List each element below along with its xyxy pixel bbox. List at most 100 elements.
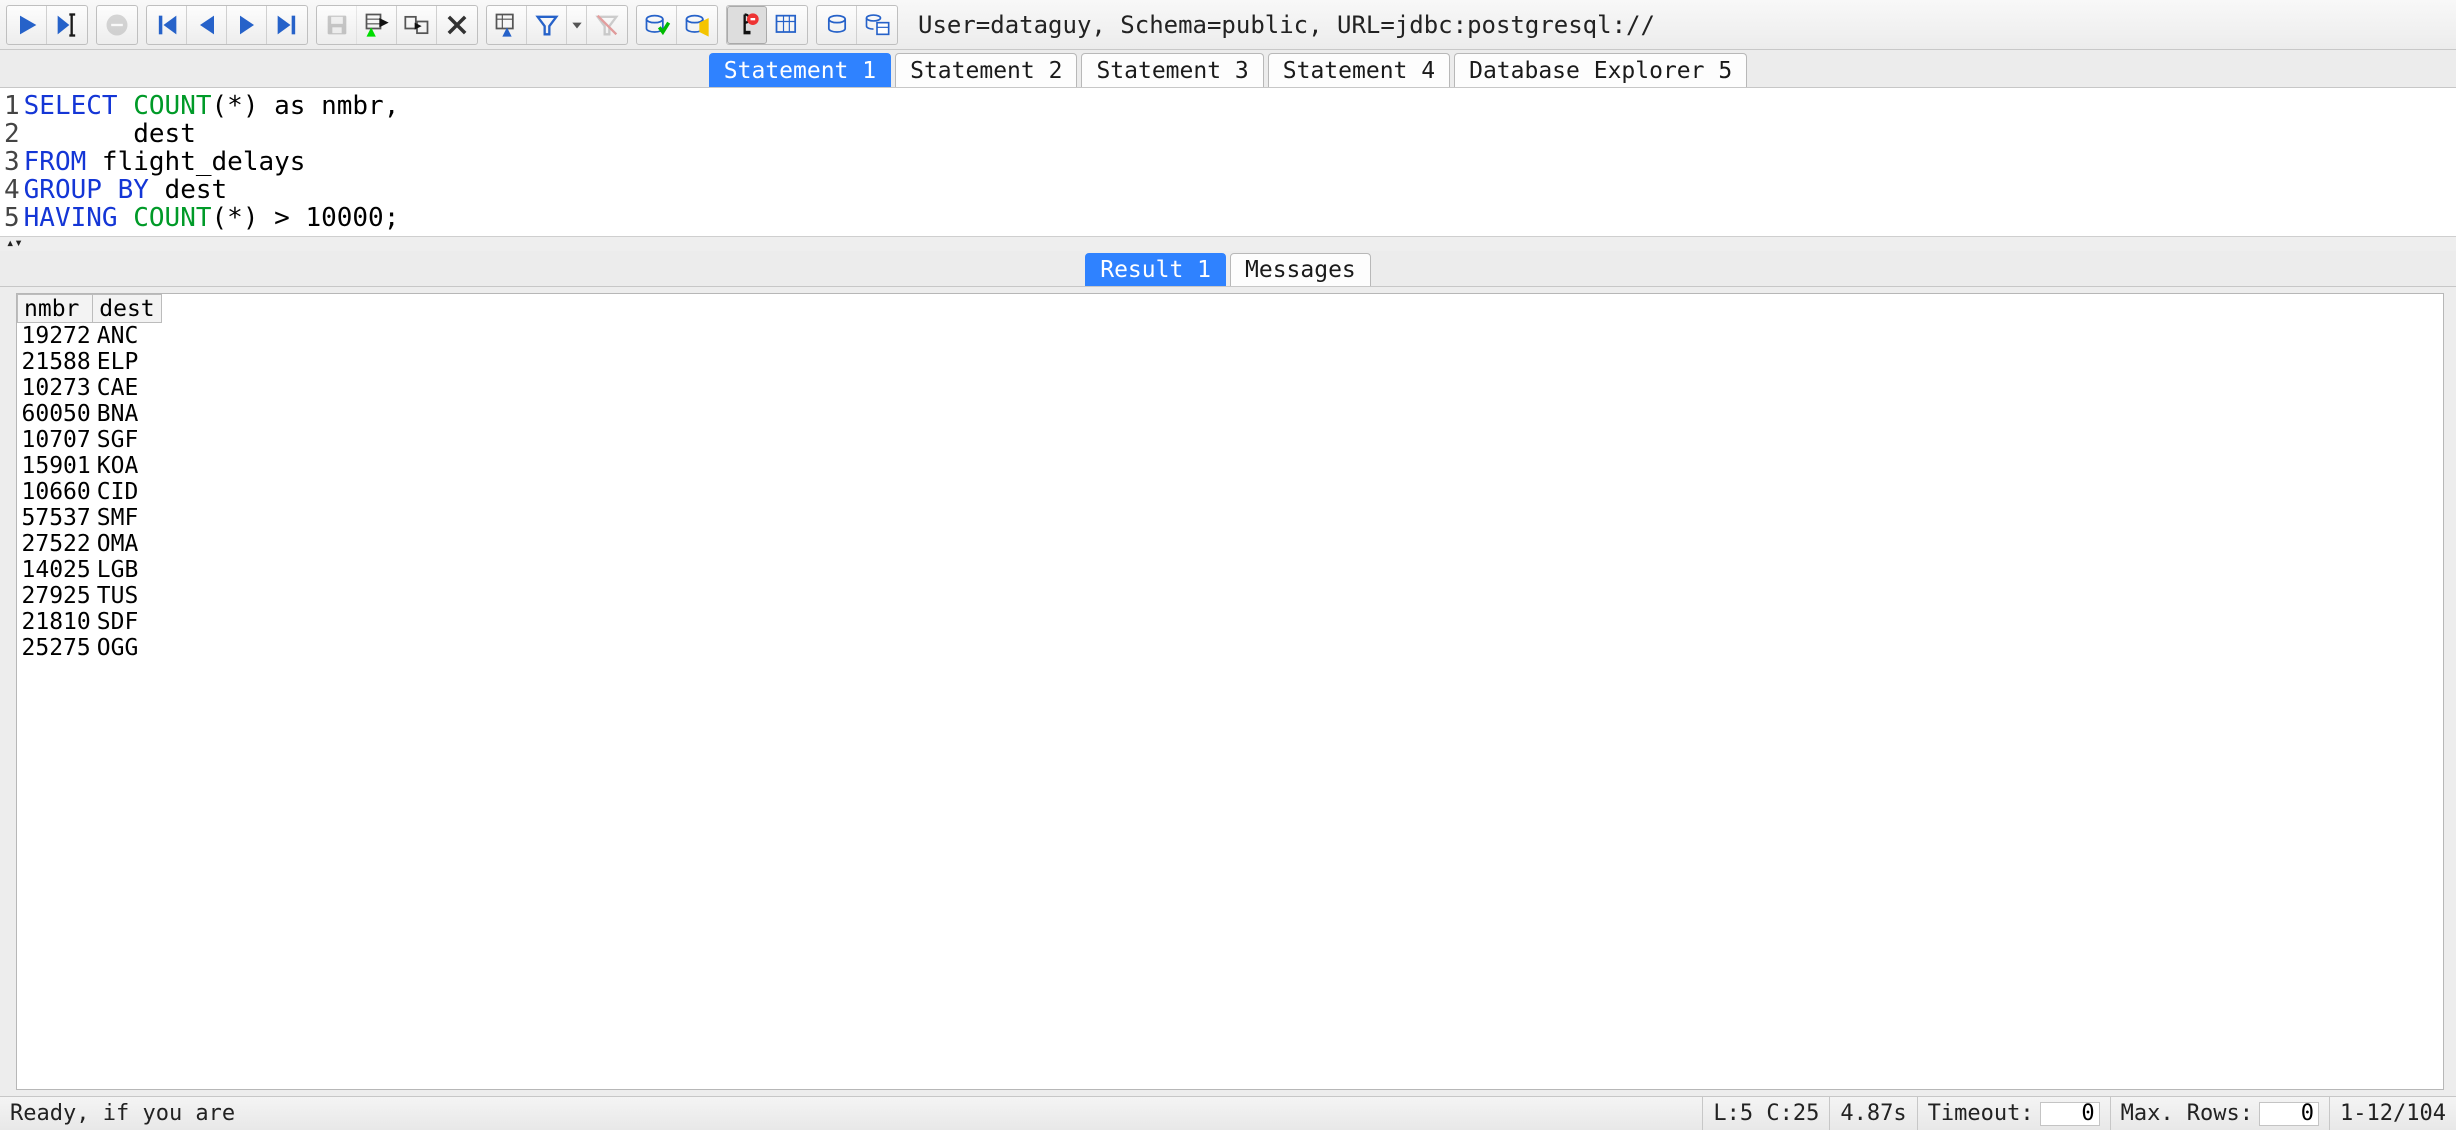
statement-tab-3[interactable]: Statement 3: [1081, 53, 1263, 87]
cell-nmbr[interactable]: 25275: [18, 635, 93, 661]
cell-dest[interactable]: ELP: [93, 349, 161, 375]
table-row[interactable]: 21588ELP: [18, 349, 162, 375]
cell-dest[interactable]: KOA: [93, 453, 161, 479]
statement-tab-4[interactable]: Statement 4: [1268, 53, 1450, 87]
toolbar-group-edit: [316, 5, 478, 45]
copy-row-button[interactable]: [397, 6, 437, 44]
editor-gutter: 12345: [4, 92, 24, 232]
table-row[interactable]: 25275OGG: [18, 635, 162, 661]
cell-dest[interactable]: OMA: [93, 531, 161, 557]
cell-dest[interactable]: SMF: [93, 505, 161, 531]
toolbar-group-stopexec: [726, 5, 808, 45]
table-row[interactable]: 19272ANC: [18, 323, 162, 350]
select-columns-button[interactable]: [487, 6, 527, 44]
result-tabbar: Result 1Messages: [0, 251, 2456, 287]
stop-execution-button[interactable]: [727, 6, 767, 44]
result-tab-1[interactable]: Result 1: [1085, 253, 1226, 286]
status-elapsed: 4.87s: [1829, 1097, 1916, 1130]
cell-dest[interactable]: SDF: [93, 609, 161, 635]
next-record-button[interactable]: [227, 6, 267, 44]
status-timeout: Timeout:: [1917, 1097, 2110, 1130]
status-cursor: L:5 C:25: [1702, 1097, 1829, 1130]
insert-row-button[interactable]: [357, 6, 397, 44]
db-disconnect-button[interactable]: [817, 6, 857, 44]
table-row[interactable]: 10707SGF: [18, 427, 162, 453]
cell-dest[interactable]: BNA: [93, 401, 161, 427]
db-info-button[interactable]: [857, 6, 897, 44]
results-area: nmbrdest 19272ANC21588ELP10273CAE60050BN…: [0, 287, 2456, 1096]
editor-code[interactable]: SELECT COUNT(*) as nmbr, destFROM flight…: [24, 92, 400, 232]
statement-tabbar: Statement 1Statement 2Statement 3Stateme…: [0, 50, 2456, 88]
result-grid-scroll[interactable]: nmbrdest 19272ANC21588ELP10273CAE60050BN…: [17, 294, 2443, 1089]
execute-script-button[interactable]: [677, 6, 717, 44]
commit-button[interactable]: [637, 6, 677, 44]
status-timeout-label: Timeout:: [1928, 1101, 2034, 1126]
result-grid[interactable]: nmbrdest 19272ANC21588ELP10273CAE60050BN…: [17, 294, 162, 661]
statement-tab-1[interactable]: Statement 1: [709, 53, 891, 87]
result-header-row: nmbrdest: [18, 295, 162, 323]
cell-nmbr[interactable]: 57537: [18, 505, 93, 531]
statement-tab-2[interactable]: Statement 2: [895, 53, 1077, 87]
cell-nmbr[interactable]: 10273: [18, 375, 93, 401]
save-button[interactable]: [317, 6, 357, 44]
show-db-objects-button[interactable]: [767, 6, 807, 44]
first-record-button[interactable]: [147, 6, 187, 44]
cell-nmbr[interactable]: 14025: [18, 557, 93, 583]
delete-row-button[interactable]: [437, 6, 477, 44]
table-row[interactable]: 15901KOA: [18, 453, 162, 479]
toolbar-group-db: [816, 5, 898, 45]
filter-dropdown-button[interactable]: [567, 6, 587, 44]
status-maxrows-input[interactable]: [2259, 1102, 2319, 1126]
stop-button[interactable]: [97, 6, 137, 44]
table-row[interactable]: 27522OMA: [18, 531, 162, 557]
cell-nmbr[interactable]: 10660: [18, 479, 93, 505]
toolbar-group-nav: [146, 5, 308, 45]
toolbar: User=dataguy, Schema=public, URL=jdbc:po…: [0, 0, 2456, 50]
cell-dest[interactable]: TUS: [93, 583, 161, 609]
result-tab-2[interactable]: Messages: [1230, 253, 1371, 286]
table-row[interactable]: 57537SMF: [18, 505, 162, 531]
toolbar-group-run: [6, 5, 88, 45]
sql-editor[interactable]: 12345 SELECT COUNT(*) as nmbr, destFROM …: [0, 88, 2456, 237]
cell-nmbr[interactable]: 19272: [18, 323, 93, 350]
cell-nmbr[interactable]: 15901: [18, 453, 93, 479]
last-record-button[interactable]: [267, 6, 307, 44]
prev-record-button[interactable]: [187, 6, 227, 44]
table-row[interactable]: 27925TUS: [18, 583, 162, 609]
toolbar-group-stop: [96, 5, 138, 45]
filter-button[interactable]: [527, 6, 567, 44]
status-bar: Ready, if you are L:5 C:25 4.87s Timeout…: [0, 1096, 2456, 1130]
status-row-range: 1-12/104: [2329, 1097, 2456, 1130]
status-timeout-input[interactable]: [2040, 1102, 2100, 1126]
cell-nmbr[interactable]: 10707: [18, 427, 93, 453]
cell-nmbr[interactable]: 21810: [18, 609, 93, 635]
statement-tab-5[interactable]: Database Explorer 5: [1454, 53, 1747, 87]
result-grid-container: nmbrdest 19272ANC21588ELP10273CAE60050BN…: [16, 293, 2444, 1090]
connection-info: User=dataguy, Schema=public, URL=jdbc:po…: [918, 11, 2450, 39]
cell-dest[interactable]: CAE: [93, 375, 161, 401]
cell-nmbr[interactable]: 27522: [18, 531, 93, 557]
cell-dest[interactable]: CID: [93, 479, 161, 505]
cell-nmbr[interactable]: 27925: [18, 583, 93, 609]
col-nmbr[interactable]: nmbr: [18, 295, 93, 323]
table-row[interactable]: 10273CAE: [18, 375, 162, 401]
cell-dest[interactable]: ANC: [93, 323, 161, 350]
cell-nmbr[interactable]: 60050: [18, 401, 93, 427]
table-row[interactable]: 14025LGB: [18, 557, 162, 583]
cell-dest[interactable]: LGB: [93, 557, 161, 583]
status-maxrows: Max. Rows:: [2110, 1097, 2329, 1130]
toolbar-group-exec: [636, 5, 718, 45]
cell-dest[interactable]: SGF: [93, 427, 161, 453]
table-row[interactable]: 60050BNA: [18, 401, 162, 427]
splitter-handle[interactable]: ▴▾: [0, 237, 2456, 251]
col-dest[interactable]: dest: [93, 295, 161, 323]
run-at-cursor-button[interactable]: [47, 6, 87, 44]
table-row[interactable]: 21810SDF: [18, 609, 162, 635]
table-row[interactable]: 10660CID: [18, 479, 162, 505]
cell-nmbr[interactable]: 21588: [18, 349, 93, 375]
cell-dest[interactable]: OGG: [93, 635, 161, 661]
run-button[interactable]: [7, 6, 47, 44]
status-maxrows-label: Max. Rows:: [2121, 1101, 2253, 1126]
toolbar-group-filter: [486, 5, 628, 45]
clear-filter-button[interactable]: [587, 6, 627, 44]
